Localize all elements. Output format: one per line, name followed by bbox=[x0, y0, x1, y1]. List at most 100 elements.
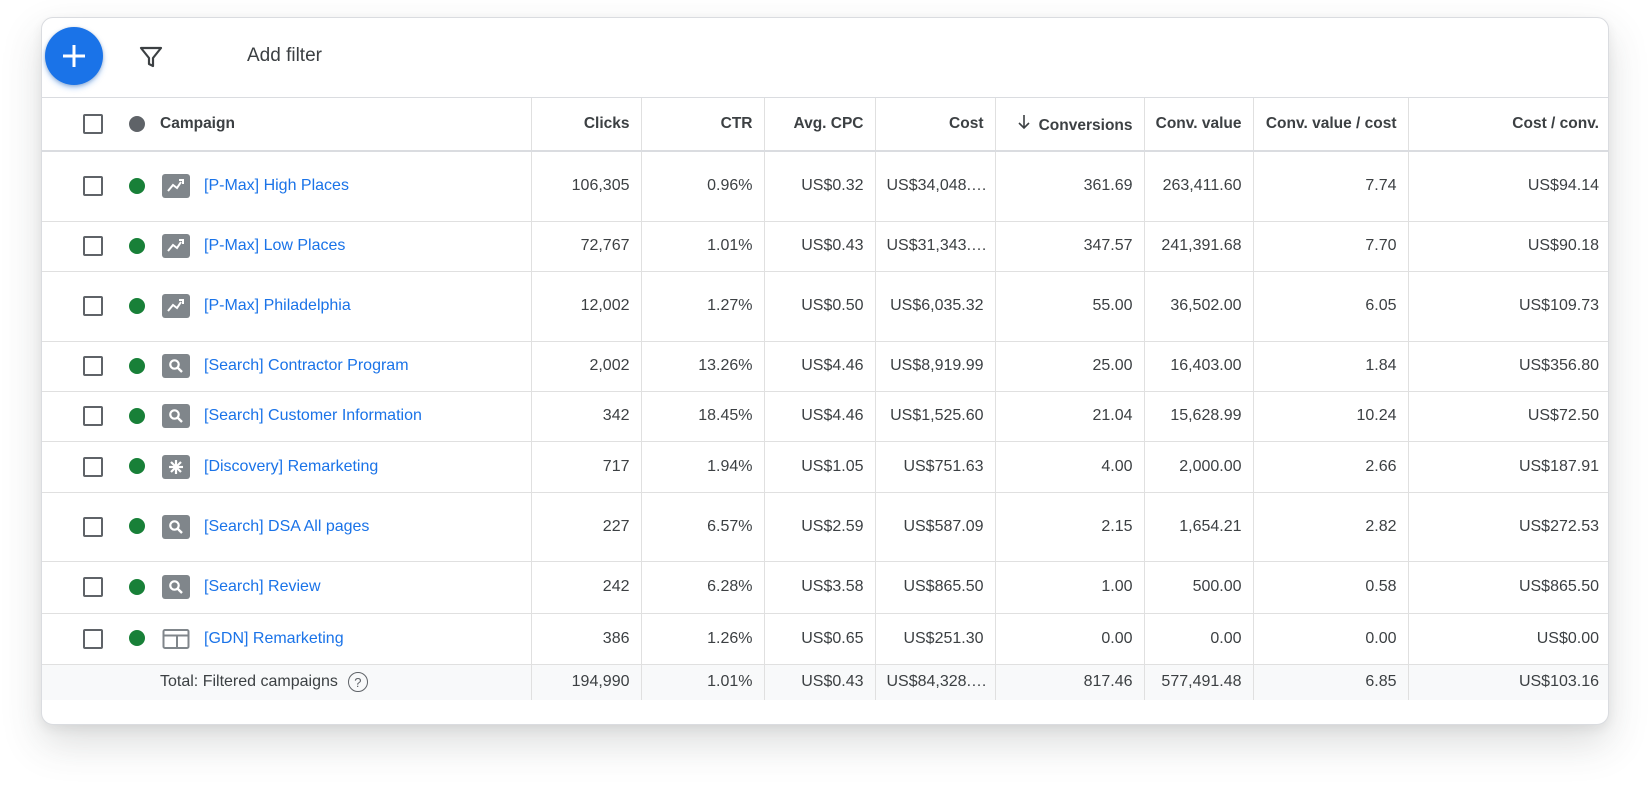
header-ctr[interactable]: CTR bbox=[641, 98, 765, 152]
row-select-cell bbox=[42, 492, 114, 562]
display-icon bbox=[162, 627, 190, 651]
cell-ctr: 1.26% bbox=[641, 613, 765, 665]
row-checkbox[interactable] bbox=[83, 296, 103, 316]
cell-conv-value-cost: 1.84 bbox=[1253, 341, 1409, 392]
status-enabled-icon[interactable] bbox=[129, 630, 145, 647]
table-row[interactable]: [Search] DSA All pages 227 6.57% US$2.59 US$… bbox=[42, 492, 1608, 562]
campaign-name-link[interactable]: [Discovery] Remarketing bbox=[204, 458, 378, 476]
table-row[interactable]: [GDN] Remarketing 386 1.26% US$0.65 US$251.3… bbox=[42, 613, 1608, 665]
cell-ctr: 1.01% bbox=[641, 221, 765, 272]
campaign-cell: [GDN] Remarketing bbox=[160, 613, 532, 665]
total-clicks: 194,990 bbox=[531, 664, 642, 700]
total-conversions: 817.46 bbox=[995, 664, 1145, 700]
table-row[interactable]: [Search] Contractor Program 2,002 13.26% US… bbox=[42, 341, 1608, 392]
table-row[interactable]: [Discovery] Remarketing 717 1.94% US$1.05 US… bbox=[42, 441, 1608, 493]
cell-avg-cpc: US$4.46 bbox=[764, 341, 876, 392]
campaign-name-link[interactable]: [P-Max] Philadelphia bbox=[204, 297, 351, 315]
status-enabled-icon[interactable] bbox=[129, 578, 145, 595]
search-icon bbox=[162, 575, 190, 599]
campaign-name-link[interactable]: [Search] Customer Information bbox=[204, 407, 422, 425]
total-label: Total: Filtered campaigns bbox=[160, 673, 338, 691]
status-enabled-icon[interactable] bbox=[129, 237, 145, 254]
header-conv-value[interactable]: Conv. value bbox=[1144, 98, 1254, 152]
cell-conv-value-cost: 7.74 bbox=[1253, 151, 1409, 222]
header-campaign[interactable]: Campaign bbox=[160, 98, 532, 152]
cell-conv-value-cost: 0.00 bbox=[1253, 613, 1409, 665]
row-checkbox[interactable] bbox=[83, 577, 103, 597]
add-campaign-button[interactable] bbox=[45, 27, 103, 85]
add-filter-button[interactable]: Add filter bbox=[247, 45, 322, 67]
status-enabled-icon[interactable] bbox=[129, 297, 145, 314]
header-cost[interactable]: Cost bbox=[875, 98, 996, 152]
campaign-cell: [P-Max] High Places bbox=[160, 151, 532, 222]
total-empty-cell bbox=[42, 664, 114, 700]
row-select-cell bbox=[42, 613, 114, 665]
total-conv-value-cost: 6.85 bbox=[1253, 664, 1409, 700]
filter-toolbar: Add filter bbox=[42, 18, 1608, 98]
funnel-icon[interactable] bbox=[138, 44, 164, 70]
table-row[interactable]: [Search] Review 242 6.28% US$3.58 US$865.50 1… bbox=[42, 561, 1608, 614]
campaign-name-link[interactable]: [Search] Review bbox=[204, 578, 321, 596]
table-row[interactable]: [Search] Customer Information 342 18.45% US… bbox=[42, 391, 1608, 442]
campaign-cell: [P-Max] Philadelphia bbox=[160, 271, 532, 342]
select-all-cell bbox=[42, 98, 114, 152]
row-select-cell bbox=[42, 561, 114, 614]
cell-avg-cpc: US$2.59 bbox=[764, 492, 876, 562]
status-enabled-icon[interactable] bbox=[129, 178, 145, 195]
cell-cost: US$34,048.… bbox=[875, 151, 996, 222]
campaign-name-link[interactable]: [P-Max] High Places bbox=[204, 177, 349, 195]
cell-avg-cpc: US$0.32 bbox=[764, 151, 876, 222]
header-avg-cpc[interactable]: Avg. CPC bbox=[764, 98, 876, 152]
cell-clicks: 242 bbox=[531, 561, 642, 614]
total-ctr: 1.01% bbox=[641, 664, 765, 700]
campaign-name-link[interactable]: [P-Max] Low Places bbox=[204, 237, 345, 255]
cell-cost: US$31,343.… bbox=[875, 221, 996, 272]
status-header-icon[interactable] bbox=[129, 115, 145, 132]
row-checkbox[interactable] bbox=[83, 516, 103, 537]
table-row[interactable]: [P-Max] Low Places 72,767 1.01% US$0.43 US$3… bbox=[42, 221, 1608, 272]
status-enabled-icon[interactable] bbox=[129, 407, 145, 424]
cell-cost: US$6,035.32 bbox=[875, 271, 996, 342]
campaign-name-link[interactable]: [Search] DSA All pages bbox=[204, 518, 369, 536]
row-checkbox[interactable] bbox=[83, 406, 103, 426]
cell-conv-value-cost: 2.82 bbox=[1253, 492, 1409, 562]
cell-cost-conv: US$865.50 bbox=[1408, 561, 1608, 614]
plus-icon bbox=[63, 45, 85, 67]
campaign-name-link[interactable]: [Search] Contractor Program bbox=[204, 357, 409, 375]
status-enabled-icon[interactable] bbox=[129, 518, 145, 535]
campaign-name-link[interactable]: [GDN] Remarketing bbox=[204, 630, 344, 648]
select-all-checkbox[interactable] bbox=[83, 114, 103, 134]
total-conv-value: 577,491.48 bbox=[1144, 664, 1254, 700]
cell-conversions: 361.69 bbox=[995, 151, 1145, 222]
total-label-cell: Total: Filtered campaigns? bbox=[160, 664, 532, 700]
row-checkbox[interactable] bbox=[83, 176, 103, 197]
cell-conv-value: 15,628.99 bbox=[1144, 391, 1254, 442]
status-enabled-icon[interactable] bbox=[129, 357, 145, 374]
row-select-cell bbox=[42, 391, 114, 442]
row-checkbox[interactable] bbox=[83, 456, 103, 477]
cell-avg-cpc: US$1.05 bbox=[764, 441, 876, 493]
campaign-cell: [P-Max] Low Places bbox=[160, 221, 532, 272]
table-row[interactable]: [P-Max] High Places 106,305 0.96% US$0.32 US… bbox=[42, 151, 1608, 222]
table-header-row: Campaign Clicks CTR Avg. CPC Cost Conver… bbox=[42, 98, 1608, 152]
header-conversions[interactable]: Conversions bbox=[995, 98, 1145, 152]
cell-ctr: 0.96% bbox=[641, 151, 765, 222]
status-enabled-icon[interactable] bbox=[129, 458, 145, 475]
campaigns-table: Campaign Clicks CTR Avg. CPC Cost Conver… bbox=[42, 98, 1608, 700]
cell-cost-conv: US$109.73 bbox=[1408, 271, 1608, 342]
row-checkbox[interactable] bbox=[83, 236, 103, 256]
header-clicks[interactable]: Clicks bbox=[531, 98, 642, 152]
table-row[interactable]: [P-Max] Philadelphia 12,002 1.27% US$0.50 US… bbox=[42, 271, 1608, 342]
row-status-cell bbox=[114, 151, 160, 222]
row-checkbox[interactable] bbox=[83, 356, 103, 376]
campaign-cell: [Search] Review bbox=[160, 561, 532, 614]
cell-conversions: 0.00 bbox=[995, 613, 1145, 665]
cell-conv-value-cost: 7.70 bbox=[1253, 221, 1409, 272]
header-conv-value-cost[interactable]: Conv. value / cost bbox=[1253, 98, 1409, 152]
help-circle-icon[interactable]: ? bbox=[347, 672, 368, 693]
cell-clicks: 227 bbox=[531, 492, 642, 562]
header-cost-conv[interactable]: Cost / conv. bbox=[1408, 98, 1608, 152]
campaign-cell: [Search] DSA All pages bbox=[160, 492, 532, 562]
row-checkbox[interactable] bbox=[83, 628, 103, 649]
cell-avg-cpc: US$4.46 bbox=[764, 391, 876, 442]
